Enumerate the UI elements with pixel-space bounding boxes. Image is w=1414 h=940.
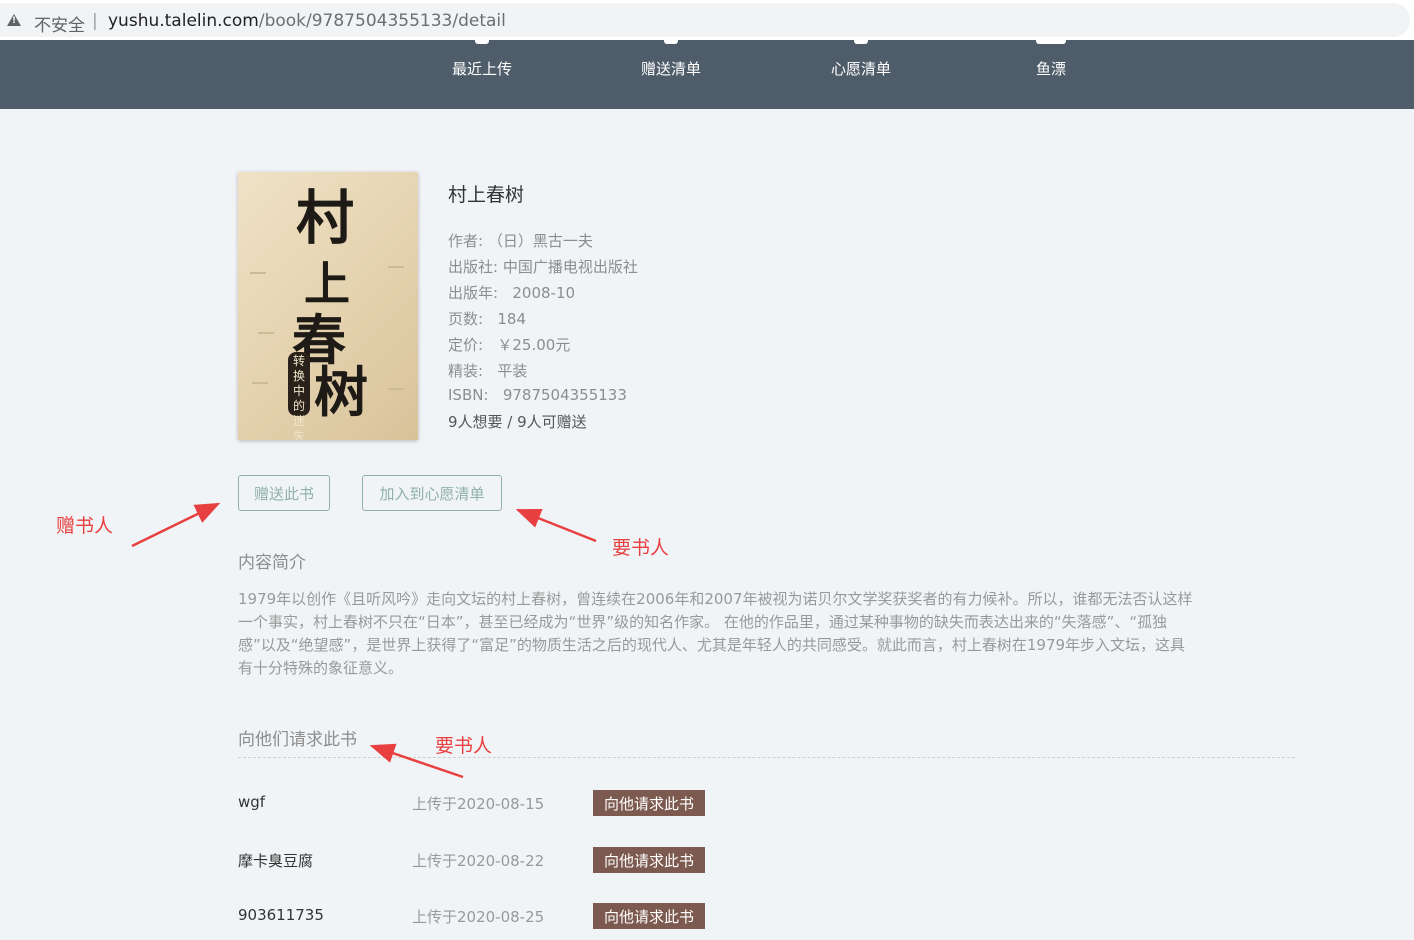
arrow-to-gift-button: [131, 502, 221, 548]
annotation-arrows: [131, 502, 597, 779]
arrow-to-wishlist-button: [515, 508, 597, 543]
arrow-to-request-heading: [369, 743, 464, 779]
